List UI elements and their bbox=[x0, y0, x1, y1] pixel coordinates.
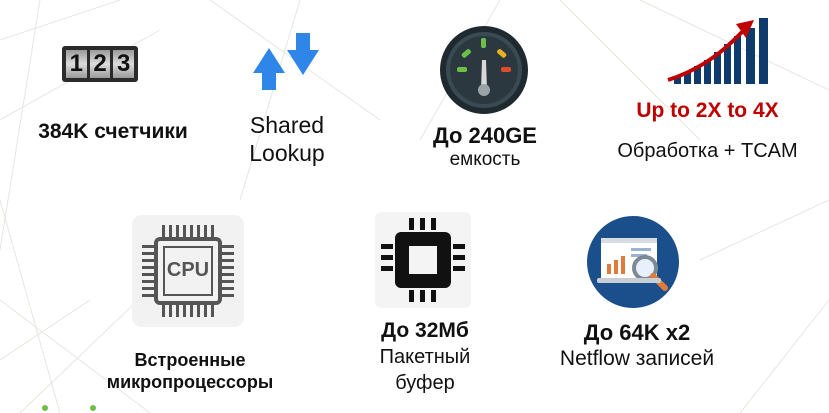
cpu-chip-icon: CPU bbox=[132, 215, 244, 327]
growth-bar-chart-icon bbox=[667, 18, 768, 84]
decorative-dot bbox=[42, 405, 48, 411]
buffer-line2: буфер bbox=[395, 372, 455, 395]
netflow-subtitle: Netflow записей bbox=[559, 347, 715, 371]
counter-digit: 3 bbox=[113, 50, 135, 78]
magnifier-report-icon bbox=[587, 216, 679, 308]
lookup-line1: Shared bbox=[249, 112, 325, 138]
counters-title: 384K счетчики bbox=[38, 120, 188, 143]
netflow-label: До 64K x2 Netflow записей bbox=[527, 320, 747, 372]
buffer-label: До 32Мб Пакетный буфер bbox=[350, 318, 500, 395]
counter-digit: 1 bbox=[66, 50, 87, 78]
counter-digits-icon: 1 2 3 bbox=[62, 46, 138, 82]
buffer-line1: Пакетный bbox=[379, 346, 471, 369]
netflow-title: До 64K x2 bbox=[583, 320, 691, 345]
memory-chip-icon bbox=[375, 212, 471, 308]
processing-title: Up to 2X to 4X bbox=[636, 99, 779, 122]
cpu-label: Встроенные микропроцессоры bbox=[70, 350, 310, 393]
lookup-line2: Lookup bbox=[249, 139, 325, 166]
buffer-title: До 32Мб bbox=[381, 319, 469, 342]
capacity-label: До 240GE емкость bbox=[400, 123, 570, 172]
cpu-line1: Встроенные bbox=[134, 350, 246, 370]
capacity-subtitle: емкость bbox=[449, 149, 521, 171]
memory-chip-drawing bbox=[381, 218, 465, 302]
decorative-dot bbox=[90, 405, 96, 411]
processing-subtitle: Обработка + TCAM bbox=[617, 140, 798, 163]
capacity-title: До 240GE bbox=[433, 123, 537, 148]
processing-label: Up to 2X to 4X Обработка + TCAM bbox=[595, 98, 820, 163]
gauge-icon bbox=[440, 26, 528, 114]
cpu-chip-text: CPU bbox=[166, 259, 210, 281]
sync-arrows-icon bbox=[253, 33, 319, 90]
cpu-line2: микропроцессоры bbox=[106, 371, 274, 392]
lookup-label: Shared Lookup bbox=[232, 112, 342, 167]
counter-digit: 2 bbox=[89, 50, 111, 78]
